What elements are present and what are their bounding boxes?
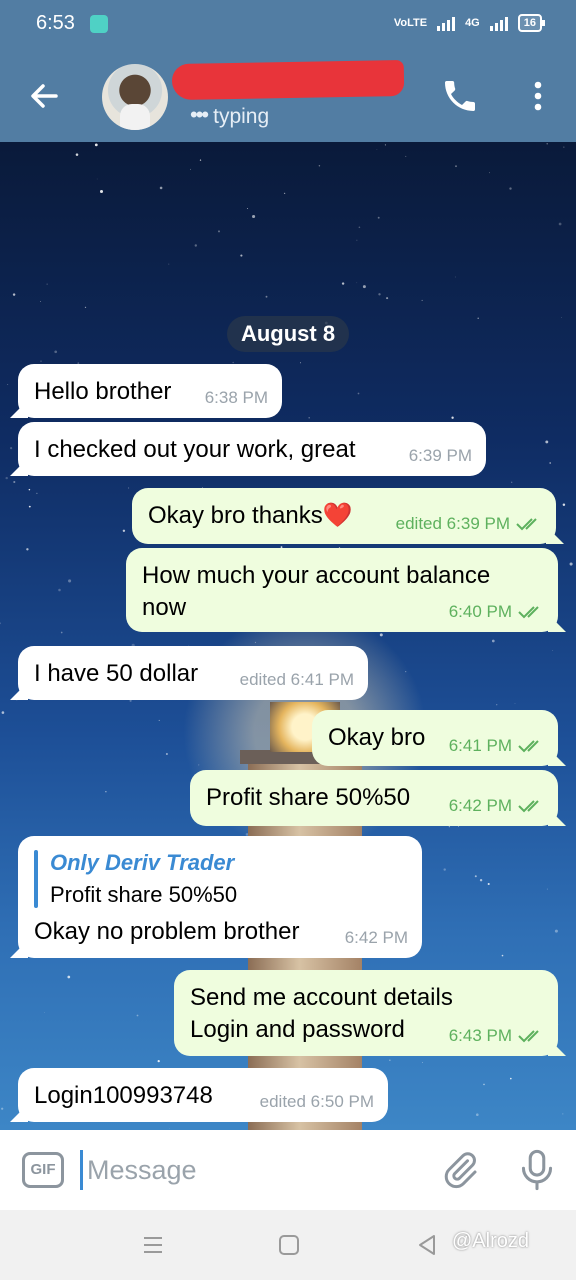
message-time: 6:41 PM — [449, 736, 544, 756]
message-input-bar: GIF — [0, 1130, 576, 1210]
chat-header: ••• typing — [0, 50, 576, 142]
network-type-label: 4G — [465, 17, 480, 29]
status-icons: VoLTE 4G 16 — [393, 14, 546, 32]
message-bubble[interactable]: Okay bro 6:41 PM — [312, 710, 558, 766]
double-check-icon — [518, 1030, 539, 1043]
message-bubble[interactable]: Send me account details Login and passwor… — [174, 970, 558, 1056]
message-text: Profit share 50%50 — [206, 784, 411, 811]
message-text: Okay no problem brother — [34, 918, 300, 945]
message-bubble[interactable]: Profit share 50%50 6:42 PM — [190, 770, 558, 826]
message-bubble[interactable]: I checked out your work, great 6:39 PM — [18, 422, 486, 476]
message-text: I have 50 dollar — [34, 660, 199, 687]
system-navigation-bar: @Alrozd — [0, 1210, 576, 1280]
double-check-icon — [518, 800, 539, 813]
message-time: 6:40 PM — [449, 602, 544, 622]
message-text: Okay bro — [328, 724, 426, 751]
microphone-icon[interactable] — [516, 1148, 558, 1192]
reply-message-bubble[interactable]: Only Deriv Trader Profit share 50%50 Oka… — [18, 836, 422, 958]
paperclip-icon[interactable] — [440, 1150, 480, 1190]
message-time: 6:43 PM — [449, 1026, 544, 1046]
message-bubble[interactable]: How much your account balance now 6:40 PM — [126, 548, 558, 632]
message-time: 6:42 PM — [344, 928, 408, 947]
more-vertical-icon[interactable] — [520, 76, 556, 116]
back-triangle-icon[interactable] — [412, 1230, 442, 1260]
reply-accent-bar — [34, 850, 38, 908]
watermark: @Alrozd — [452, 1230, 529, 1252]
message-time: edited 6:39 PM — [396, 514, 542, 534]
arrow-left-icon[interactable] — [24, 76, 64, 116]
battery-indicator: 16 — [517, 14, 546, 32]
message-text: Okay bro thanks❤️ — [148, 502, 353, 529]
message-time: edited 6:41 PM — [239, 670, 354, 689]
signal-icon — [437, 15, 456, 31]
reply-quoted-text[interactable]: Profit share 50%50 — [50, 882, 237, 908]
message-bubble[interactable]: I have 50 dollar edited 6:41 PM — [18, 646, 368, 700]
message-text: How much your account balance now — [142, 562, 491, 621]
message-time: 6:39 PM — [408, 446, 472, 465]
reply-sender-name[interactable]: Only Deriv Trader — [50, 850, 234, 876]
avatar[interactable] — [102, 64, 168, 130]
typing-status-text: typing — [213, 105, 270, 128]
redacted-contact-name — [171, 59, 405, 101]
message-time: 6:42 PM — [449, 796, 544, 816]
message-text: Login100993748 — [34, 1082, 213, 1109]
app-notification-icon — [90, 15, 108, 33]
status-time: 6:53 — [36, 12, 75, 34]
message-time: edited 6:50 PM — [259, 1092, 374, 1111]
signal-icon-2 — [489, 15, 508, 31]
message-text: Send me account details Login and passwor… — [190, 984, 453, 1043]
volte-label: VoLTE — [393, 17, 428, 29]
date-separator: August 8 — [227, 316, 349, 352]
typing-status: ••• typing — [190, 102, 270, 128]
double-check-icon — [518, 606, 539, 619]
home-icon[interactable] — [274, 1230, 304, 1260]
double-check-icon — [518, 740, 539, 753]
message-text: I checked out your work, great — [34, 436, 356, 463]
message-bubble[interactable]: Hello brother 6:38 PM — [18, 364, 282, 418]
message-time: 6:38 PM — [204, 388, 268, 407]
status-bar: 6:53 VoLTE 4G 16 — [0, 0, 576, 50]
recents-icon[interactable] — [138, 1230, 168, 1260]
message-input[interactable] — [80, 1150, 410, 1190]
message-bubble[interactable]: Okay bro thanks❤️ edited 6:39 PM — [132, 488, 556, 544]
gif-button[interactable]: GIF — [22, 1152, 64, 1188]
message-bubble[interactable]: Login100993748 edited 6:50 PM — [18, 1068, 388, 1122]
message-text: Hello brother — [34, 378, 172, 405]
phone-icon[interactable] — [440, 76, 480, 116]
double-check-icon — [516, 518, 537, 531]
